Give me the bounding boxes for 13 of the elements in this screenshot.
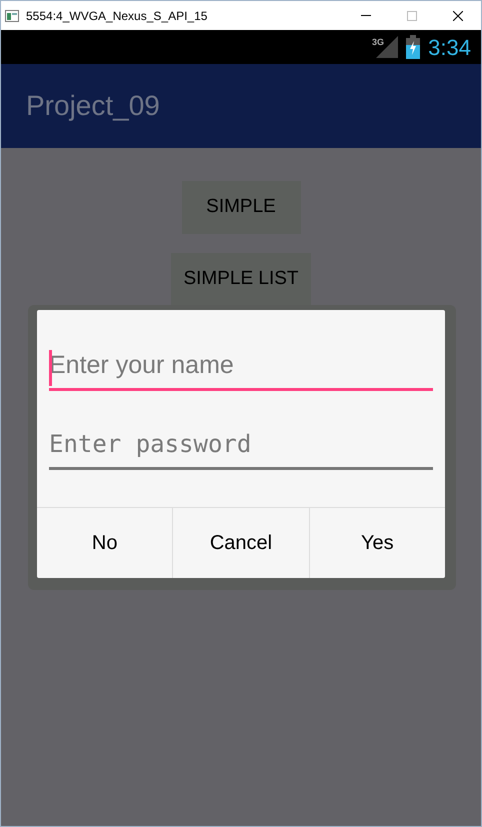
minimize-icon: [361, 15, 371, 16]
battery-charging-icon: [406, 35, 420, 59]
input-field[interactable]: Enter password: [49, 425, 433, 470]
dialog-button[interactable]: Cancel: [172, 508, 309, 578]
maximize-icon: [407, 10, 417, 20]
window-title: 5554:4_WVGA_Nexus_S_API_15: [26, 8, 208, 24]
close-icon: [453, 10, 463, 20]
text-cursor: [49, 350, 52, 386]
dialog-button[interactable]: No: [37, 508, 172, 578]
app-title: Project_09: [26, 89, 160, 123]
status-time: 3:34: [428, 34, 471, 62]
dialog-button[interactable]: Yes: [308, 508, 445, 578]
app-window-icon: [5, 10, 19, 22]
